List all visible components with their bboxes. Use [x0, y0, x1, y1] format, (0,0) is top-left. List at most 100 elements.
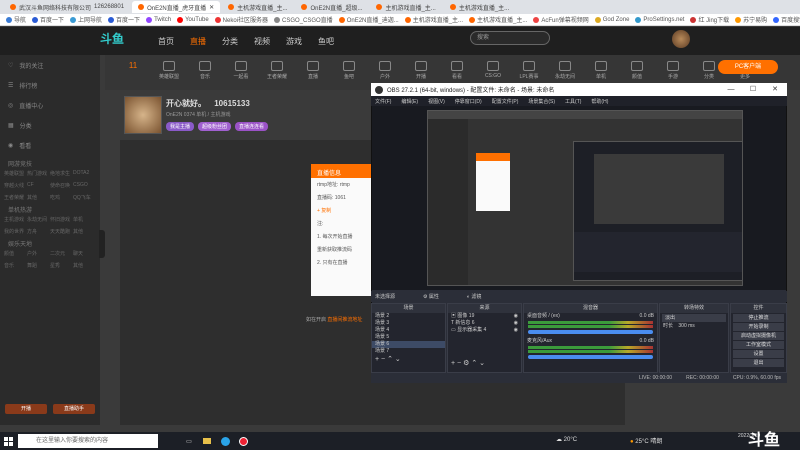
bookmark-item[interactable]: 红 Jing下载 — [690, 15, 729, 24]
up-icon[interactable]: ⌃ — [387, 356, 393, 363]
down-icon[interactable]: ⌄ — [479, 360, 485, 367]
sidebar-tag[interactable]: 王者荣耀 — [4, 194, 27, 201]
weather-widget[interactable]: ☁ 20°C — [556, 436, 577, 443]
sidebar-item-category[interactable]: ▦ 分类 — [0, 115, 100, 135]
virtual-camera-button[interactable]: 启动虚拟摄像机 — [733, 332, 784, 340]
category-item[interactable]: 英雄联盟 — [157, 61, 181, 80]
add-icon[interactable]: + — [451, 360, 455, 367]
menu-edit[interactable]: 编辑(E) — [401, 98, 418, 105]
stop-streaming-button[interactable]: 停止推流 — [733, 314, 784, 322]
category-item[interactable]: 手游 — [661, 61, 685, 80]
scene-item[interactable]: 场景 4 — [372, 327, 445, 334]
menu-help[interactable]: 帮助(H) — [591, 98, 608, 105]
sidebar-tag[interactable]: 热门游戏 — [27, 170, 50, 177]
live-assistant-button[interactable]: 直播助手 — [53, 404, 95, 414]
menu-scene-collection[interactable]: 场景集合(S) — [528, 98, 555, 105]
sidebar-tag[interactable]: 永劫无间 — [27, 216, 50, 223]
settings-button[interactable]: 设置 — [733, 350, 784, 358]
start-recording-button[interactable]: 开始录制 — [733, 323, 784, 331]
search-input[interactable]: 搜索 — [470, 31, 550, 45]
bookmark-item[interactable]: CSGO_CSGO直播 — [274, 15, 333, 24]
sidebar-tag[interactable]: CSGO — [73, 182, 96, 189]
gear-icon[interactable]: ⚙ — [463, 360, 469, 367]
source-item[interactable]: ▭ 显示器采集 4 ◉ — [448, 327, 521, 334]
bookmark-item[interactable]: AcFun弹幕视频网 — [533, 15, 589, 24]
scene-item[interactable]: 场景 7 — [372, 348, 445, 355]
tab-item[interactable]: 主机游戏直播_主... — [444, 1, 515, 13]
stream-key[interactable]: 直播码: 1061 — [311, 191, 371, 204]
nav-category[interactable]: 分类 — [222, 36, 238, 47]
sidebar-item-center[interactable]: ◎ 直播中心 — [0, 95, 100, 115]
bookmark-item[interactable]: 导航 — [6, 15, 26, 24]
bookmark-item[interactable]: ProSettings.net — [635, 16, 684, 23]
nav-live[interactable]: 直播 — [190, 36, 206, 47]
scene-item-selected[interactable]: 场景 6 — [372, 341, 445, 348]
close-icon[interactable]: ✕ — [765, 83, 785, 96]
scene-item[interactable]: 场景 5 — [372, 334, 445, 341]
category-item[interactable]: 开播 — [409, 61, 433, 80]
menu-profile[interactable]: 配置文件(P) — [492, 98, 519, 105]
bookmark-item[interactable]: 百度搜索 — [773, 15, 800, 24]
sidebar-tag[interactable]: 音乐 — [4, 262, 27, 269]
tab-item[interactable]: 主机游戏直播_主... — [370, 1, 441, 13]
bookmark-item[interactable]: Nekoi社区服务器 — [214, 15, 268, 24]
sidebar-tag[interactable]: 其他 — [73, 262, 96, 269]
file-explorer-icon[interactable] — [198, 432, 216, 450]
sidebar-item-watch[interactable]: ◉ 看看 — [0, 135, 100, 155]
sidebar-tag[interactable]: 户外 — [27, 250, 50, 257]
sidebar-tag[interactable]: 吃鸡 — [50, 194, 73, 201]
edge-browser-icon[interactable] — [216, 432, 234, 450]
transition-select[interactable]: 淡出 — [662, 314, 726, 322]
category-item[interactable]: 音乐 — [193, 61, 217, 80]
category-item[interactable]: 一起看 — [229, 61, 253, 80]
category-item[interactable]: 颜值 — [625, 61, 649, 80]
bookmark-item[interactable]: 苏宁易购 — [735, 15, 767, 24]
category-item[interactable]: 看看 — [445, 61, 469, 80]
filters-button[interactable]: ◐ 滤镜 — [467, 293, 481, 300]
hint-link[interactable]: 直播间推流地址 — [327, 317, 362, 323]
sidebar-tag[interactable]: QQ飞车 — [73, 194, 96, 201]
menu-view[interactable]: 视图(V) — [428, 98, 445, 105]
status-badge[interactable]: 直播连连看 — [235, 122, 269, 131]
remove-icon[interactable]: − — [381, 356, 385, 363]
sidebar-tag[interactable]: CF — [27, 182, 50, 189]
task-view-icon[interactable]: ▭ — [180, 432, 198, 450]
bookmark-item[interactable]: 上网导航 — [70, 15, 102, 24]
eye-icon[interactable]: ◉ — [514, 327, 518, 334]
duration-input[interactable]: 300 ms — [678, 323, 694, 329]
copy-button[interactable]: + 复制 — [311, 204, 371, 217]
sidebar-tag[interactable]: 我的世界 — [4, 228, 27, 235]
bookmark-item[interactable]: OnE2N直播_迪迦... — [338, 15, 399, 24]
studio-mode-button[interactable]: 工作室模式 — [733, 341, 784, 349]
sidebar-tag[interactable]: 聊天 — [73, 250, 96, 257]
bookmark-item[interactable]: Twitch — [146, 16, 171, 23]
remove-icon[interactable]: − — [457, 360, 461, 367]
bookmark-item[interactable]: God Zone — [594, 16, 629, 23]
menu-file[interactable]: 文件(F) — [375, 98, 391, 105]
sidebar-tag[interactable]: 单机 — [73, 216, 96, 223]
pc-client-button[interactable]: PC客户端 — [718, 60, 778, 74]
tab-item[interactable]: OnE2N直播_超级... — [295, 1, 368, 13]
sidebar-tag[interactable]: 舞蹈 — [27, 262, 50, 269]
category-item[interactable]: 11 — [121, 61, 145, 70]
scene-item[interactable]: 场景 2 — [372, 313, 445, 320]
category-item[interactable]: 户外 — [373, 61, 397, 80]
source-item[interactable]: T 新信息 6 ◉ — [448, 320, 521, 327]
sidebar-collapse-handle[interactable] — [99, 230, 105, 258]
category-item[interactable]: LPL赛事 — [517, 61, 541, 80]
obs-app-icon[interactable] — [234, 432, 252, 450]
sidebar-item-rank[interactable]: ☰ 排行榜 — [0, 75, 100, 95]
up-icon[interactable]: ⌃ — [471, 360, 477, 367]
tab-item[interactable]: 主机游戏直播_主... — [222, 1, 293, 13]
category-item[interactable]: 直播 — [301, 61, 325, 80]
taskbar-search-input[interactable]: 在这里输入你要搜索的内容 — [18, 434, 158, 448]
douyu-logo[interactable]: 斗鱼 — [100, 30, 140, 50]
sidebar-tag[interactable]: 使命召唤 — [50, 182, 73, 189]
volume-slider[interactable] — [528, 355, 653, 359]
category-item[interactable]: 单机 — [589, 61, 613, 80]
tab-active[interactable]: OnE2N直播_虎牙直播 ✕ — [132, 1, 221, 13]
maximize-icon[interactable]: ☐ — [743, 83, 763, 96]
nav-game[interactable]: 游戏 — [286, 36, 302, 47]
obs-preview-canvas[interactable] — [427, 110, 743, 286]
eye-icon[interactable]: ◉ — [514, 313, 518, 320]
